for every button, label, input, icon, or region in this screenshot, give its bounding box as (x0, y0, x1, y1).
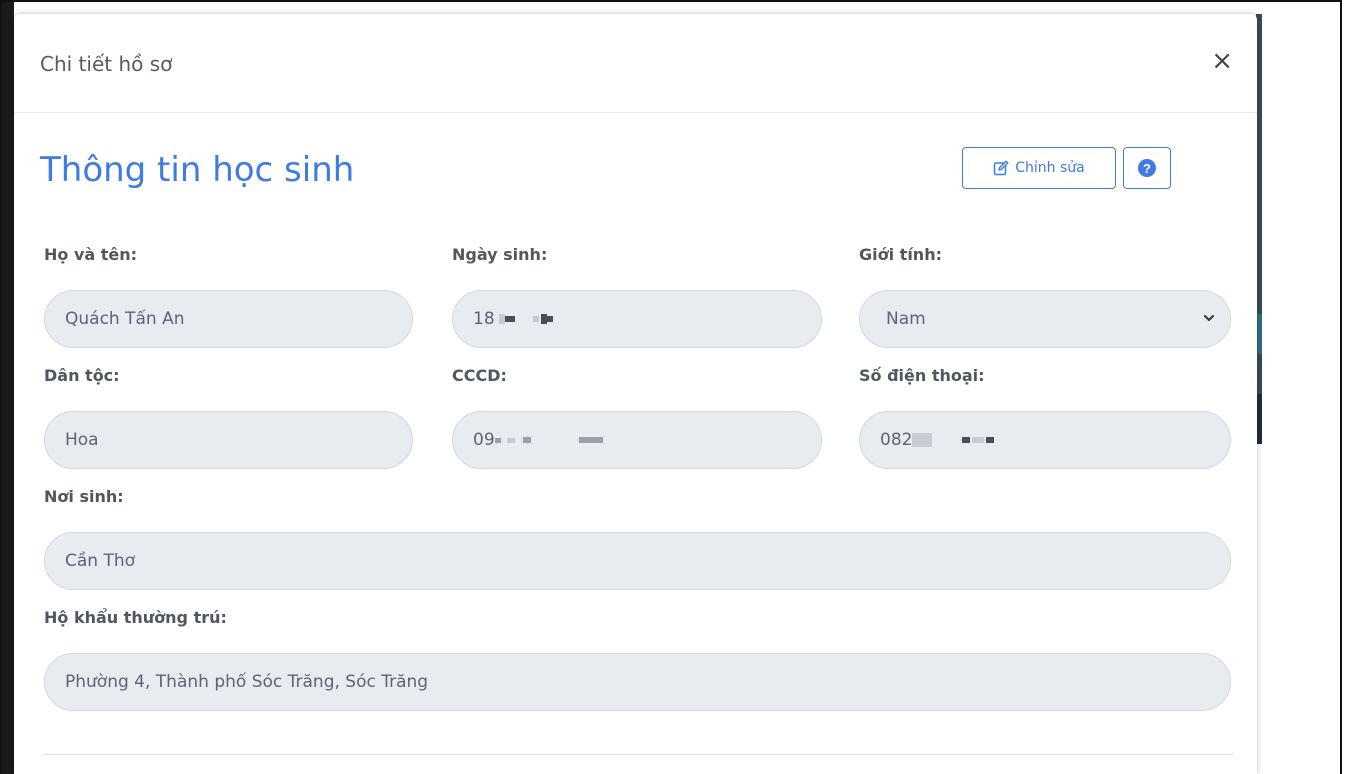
redacted-mask (912, 433, 933, 447)
phone-value: 082 (880, 430, 913, 450)
edit-button[interactable]: Chỉnh sửa (962, 147, 1116, 189)
redacted-mask (962, 437, 971, 443)
full-name-label: Họ và tên: (44, 245, 138, 264)
birth-date-label: Ngày sinh: (452, 245, 548, 264)
gender-value: Nam (886, 309, 926, 329)
redacted-mask (506, 437, 515, 443)
section-title: Thông tin học sinh (40, 150, 355, 190)
close-icon[interactable]: × (1211, 48, 1233, 74)
id-number-value: 09 (473, 430, 495, 450)
question-circle-icon: ? (1138, 159, 1156, 177)
edit-icon (994, 160, 1009, 176)
redacted-mask (522, 437, 531, 443)
birth-place-value: Cần Thơ (65, 551, 136, 571)
edit-button-label: Chỉnh sửa (1015, 160, 1085, 176)
birth-place-input[interactable]: Cần Thơ (44, 532, 1231, 590)
redacted-mask (504, 316, 515, 322)
ethnicity-value: Hoa (65, 430, 99, 450)
id-number-label: CCCD: (452, 366, 507, 385)
modal-title: Chi tiết hồ sơ (40, 52, 173, 76)
phone-label: Số điện thoại: (859, 366, 985, 385)
redacted-mask (532, 316, 539, 322)
residence-label: Hộ khẩu thường trú: (44, 608, 227, 627)
phone-input[interactable]: 082 (859, 411, 1231, 469)
redacted-mask (546, 316, 553, 322)
redacted-mask (986, 437, 995, 443)
modal-header: Chi tiết hồ sơ × (14, 14, 1257, 113)
section-divider (44, 754, 1234, 755)
residence-value: Phường 4, Thành phố Sóc Trăng, Sóc Trăng (65, 672, 429, 692)
background-overlay-left (2, 2, 14, 774)
redacted-mask (972, 437, 985, 443)
redacted-mask (578, 437, 603, 443)
residence-input[interactable]: Phường 4, Thành phố Sóc Trăng, Sóc Trăng (44, 653, 1231, 711)
gender-label: Giới tính: (859, 245, 942, 264)
ethnicity-label: Dân tộc: (44, 366, 120, 385)
id-number-input[interactable]: 09 (452, 411, 822, 469)
help-button[interactable]: ? (1123, 147, 1171, 189)
full-name-input[interactable]: Quách Tấn An (44, 290, 413, 348)
full-name-value: Quách Tấn An (65, 309, 185, 329)
redacted-mask (494, 437, 501, 443)
ethnicity-input[interactable]: Hoa (44, 411, 413, 469)
birth-date-input[interactable]: 18 (452, 290, 822, 348)
gender-select[interactable]: Nam (859, 290, 1231, 348)
birth-date-value: 18 (473, 309, 495, 329)
chevron-down-icon (1204, 315, 1214, 321)
birth-place-label: Nơi sinh: (44, 487, 124, 506)
profile-detail-modal: Chi tiết hồ sơ × Thông tin học sinh Chỉn… (14, 14, 1257, 774)
